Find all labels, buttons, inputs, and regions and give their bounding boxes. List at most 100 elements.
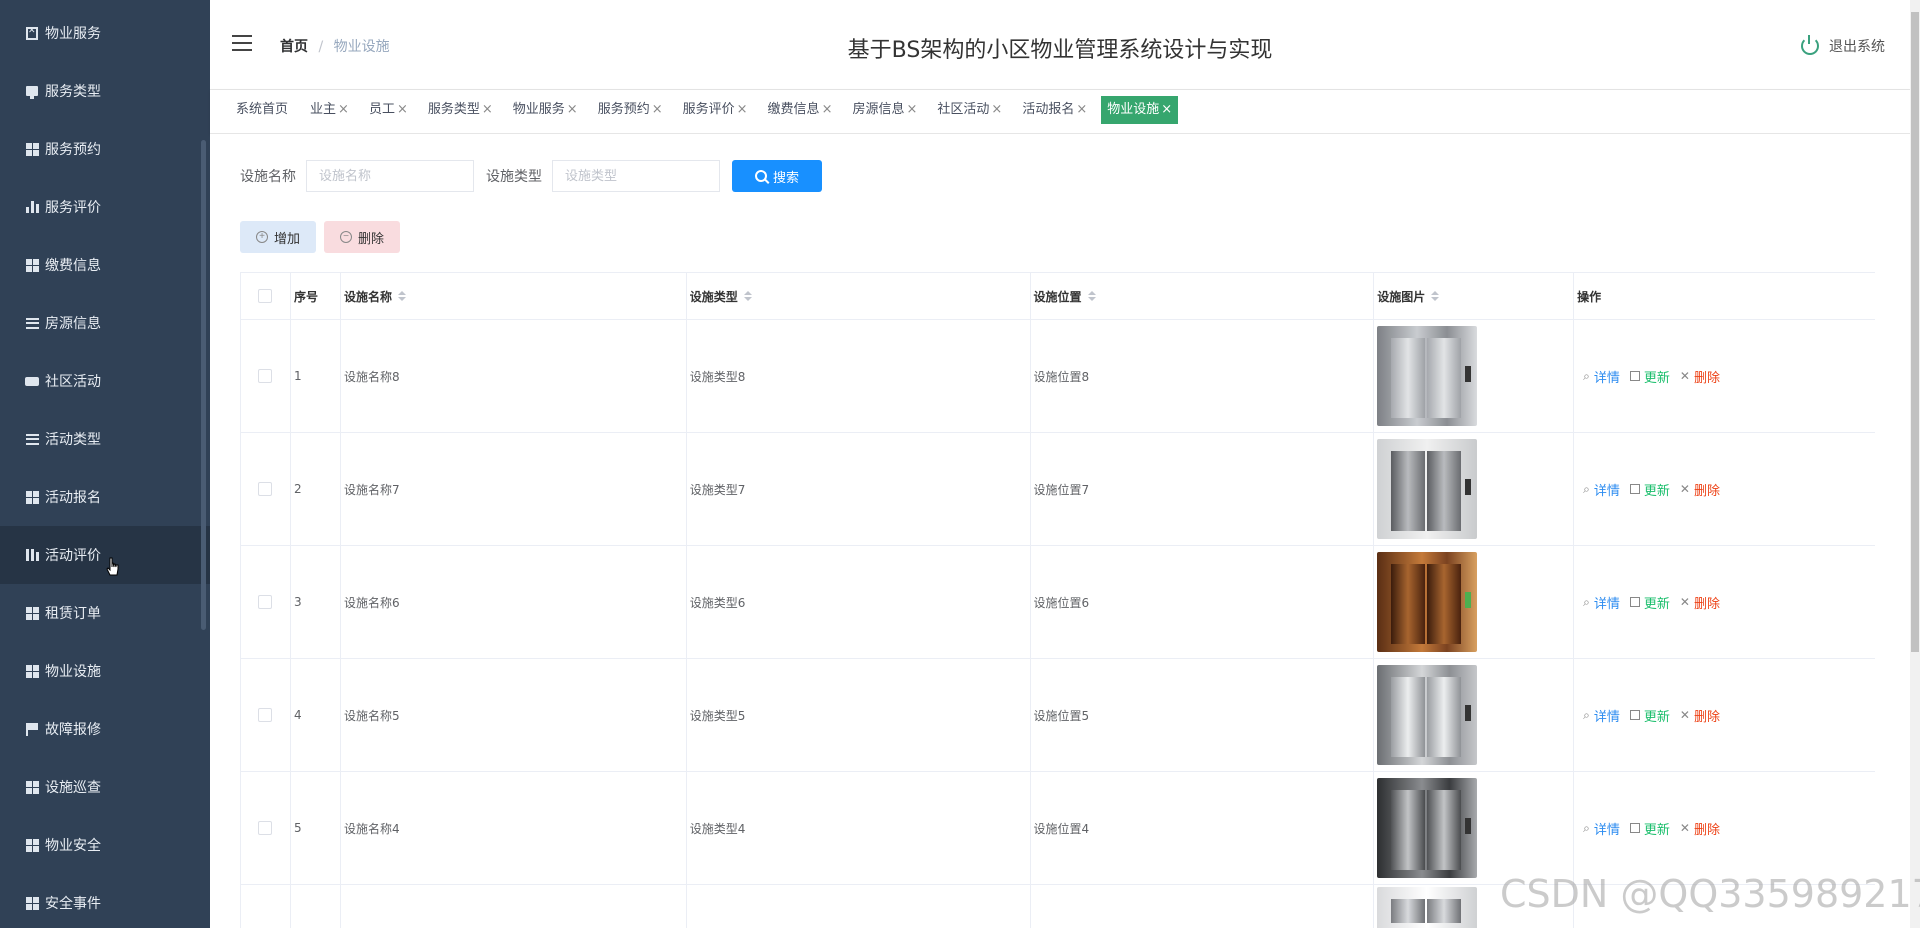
delete-label: 删除 bbox=[1693, 596, 1720, 612]
tab-owner[interactable]: 业主 × bbox=[304, 96, 355, 124]
box-icon bbox=[25, 26, 39, 40]
sidebar-item-property-service[interactable]: 物业服务 bbox=[0, 4, 210, 62]
tab-staff[interactable]: 员工 × bbox=[363, 96, 414, 124]
car-icon bbox=[25, 374, 39, 388]
update-link[interactable]: 更新 bbox=[1629, 367, 1670, 386]
sort-icon[interactable] bbox=[1087, 291, 1096, 301]
tab-service-type[interactable]: 服务类型 × bbox=[422, 96, 499, 124]
delete-link[interactable]: ✕ 删除 bbox=[1680, 480, 1720, 499]
row-image-cell bbox=[1374, 546, 1575, 658]
facility-image[interactable] bbox=[1377, 552, 1478, 652]
tab-service-booking[interactable]: 服务预约 × bbox=[592, 96, 669, 124]
detail-link[interactable]: ⌕ 详情 bbox=[1583, 593, 1620, 612]
sidebar-item-activity-review[interactable]: 活动评价 bbox=[0, 526, 210, 584]
batch-delete-button[interactable]: − 删除 bbox=[324, 221, 401, 253]
sidebar-item-inspection[interactable]: 设施巡查 bbox=[0, 758, 210, 816]
close-icon[interactable]: × bbox=[906, 102, 917, 117]
sidebar-item-rental-order[interactable]: 租赁订单 bbox=[0, 584, 210, 642]
page-scrollbar[interactable] bbox=[1910, 0, 1920, 928]
facility-type-input[interactable] bbox=[552, 160, 720, 192]
close-icon[interactable]: × bbox=[1161, 102, 1172, 117]
sort-icon[interactable] bbox=[743, 291, 752, 301]
tab-community-activity[interactable]: 社区活动 × bbox=[931, 96, 1008, 124]
facility-name-input[interactable] bbox=[306, 160, 474, 192]
header-image[interactable]: 设施图片 bbox=[1374, 273, 1575, 319]
grid-icon bbox=[25, 896, 39, 910]
sort-icon[interactable] bbox=[1431, 291, 1440, 301]
sidebar-item-safety-event[interactable]: 安全事件 bbox=[0, 874, 210, 928]
sort-icon[interactable] bbox=[397, 291, 406, 301]
tab-service-review[interactable]: 服务评价 × bbox=[677, 96, 754, 124]
sidebar-item-housing[interactable]: 房源信息 bbox=[0, 294, 210, 352]
close-icon[interactable]: × bbox=[737, 102, 748, 117]
close-icon[interactable]: × bbox=[1076, 102, 1087, 117]
tab-home[interactable]: 系统首页 bbox=[230, 96, 296, 124]
close-icon[interactable]: × bbox=[567, 102, 578, 117]
delete-button-label: 删除 bbox=[358, 230, 385, 246]
close-icon[interactable]: × bbox=[652, 102, 663, 117]
sidebar-item-label: 安全事件 bbox=[45, 896, 101, 912]
update-link[interactable]: 更新 bbox=[1629, 819, 1670, 838]
row-select-cell bbox=[241, 885, 291, 928]
logout-button[interactable]: 退出系统 bbox=[1801, 35, 1885, 56]
delete-link[interactable]: ✕ 删除 bbox=[1680, 819, 1720, 838]
close-icon[interactable]: × bbox=[338, 102, 349, 117]
delete-label: 删除 bbox=[1693, 370, 1720, 386]
facility-image[interactable] bbox=[1377, 778, 1478, 878]
select-all-checkbox[interactable] bbox=[258, 289, 273, 303]
close-icon[interactable]: × bbox=[397, 102, 408, 117]
close-icon[interactable]: × bbox=[482, 102, 493, 117]
detail-link[interactable]: ⌕ 详情 bbox=[1583, 480, 1620, 499]
tab-activity-signup[interactable]: 活动报名 × bbox=[1016, 96, 1093, 124]
page-scrollbar-thumb[interactable] bbox=[1911, 12, 1919, 652]
search-button[interactable]: 搜索 bbox=[732, 160, 822, 192]
grid-icon bbox=[25, 606, 39, 620]
update-link[interactable]: 更新 bbox=[1629, 706, 1670, 725]
detail-link[interactable]: ⌕ 详情 bbox=[1583, 367, 1620, 386]
sidebar-item-activity-signup[interactable]: 活动报名 bbox=[0, 468, 210, 526]
sidebar-item-service-type[interactable]: 服务类型 bbox=[0, 62, 210, 120]
delete-link[interactable]: ✕ 删除 bbox=[1680, 367, 1720, 386]
row-select-cell bbox=[241, 772, 291, 884]
facility-image[interactable] bbox=[1377, 326, 1478, 426]
sidebar-item-service-booking[interactable]: 服务预约 bbox=[0, 120, 210, 178]
facility-image[interactable] bbox=[1377, 439, 1478, 539]
header-type[interactable]: 设施类型 bbox=[687, 273, 1031, 319]
sidebar-item-community-activity[interactable]: 社区活动 bbox=[0, 352, 210, 410]
row-select-cell bbox=[241, 659, 291, 771]
sidebar-item-service-review[interactable]: 服务评价 bbox=[0, 178, 210, 236]
tab-housing[interactable]: 房源信息 × bbox=[846, 96, 923, 124]
detail-link[interactable]: ⌕ 详情 bbox=[1583, 819, 1620, 838]
update-link[interactable]: 更新 bbox=[1629, 593, 1670, 612]
sidebar-item-security[interactable]: 物业安全 bbox=[0, 816, 210, 874]
row-checkbox[interactable] bbox=[258, 482, 273, 496]
row-checkbox[interactable] bbox=[258, 821, 273, 835]
sidebar-item-repair[interactable]: 故障报修 bbox=[0, 700, 210, 758]
row-checkbox[interactable] bbox=[258, 369, 273, 383]
detail-link[interactable]: ⌕ 详情 bbox=[1583, 706, 1620, 725]
row-checkbox[interactable] bbox=[258, 595, 273, 609]
facility-image[interactable] bbox=[1377, 665, 1478, 765]
tab-label: 活动报名 bbox=[1022, 102, 1075, 117]
update-link[interactable]: 更新 bbox=[1629, 480, 1670, 499]
close-icon[interactable]: × bbox=[991, 102, 1002, 117]
header-position[interactable]: 设施位置 bbox=[1031, 273, 1375, 319]
tab-property-service[interactable]: 物业服务 × bbox=[507, 96, 584, 124]
sidebar-scrollbar[interactable] bbox=[201, 140, 206, 630]
facility-table: 序号 设施名称 设施类型 设施位置 设施图片 操作 1 设施名称8 设施类型8 … bbox=[240, 272, 1875, 928]
update-label: 更新 bbox=[1643, 709, 1670, 725]
sidebar-item-facility[interactable]: 物业设施 bbox=[0, 642, 210, 700]
tab-facility[interactable]: 物业设施 × bbox=[1101, 96, 1179, 124]
row-ops: ⌕ 详情 更新 ✕ 删除 bbox=[1574, 433, 1875, 545]
row-checkbox[interactable] bbox=[258, 708, 273, 722]
header-name[interactable]: 设施名称 bbox=[341, 273, 687, 319]
header-no: 序号 bbox=[291, 273, 341, 319]
sidebar-item-activity-type[interactable]: 活动类型 bbox=[0, 410, 210, 468]
delete-link[interactable]: ✕ 删除 bbox=[1680, 706, 1720, 725]
tab-payment[interactable]: 缴费信息 × bbox=[762, 96, 839, 124]
close-icon[interactable]: × bbox=[822, 102, 833, 117]
sidebar-item-payment[interactable]: 缴费信息 bbox=[0, 236, 210, 294]
add-button[interactable]: + 增加 bbox=[240, 221, 317, 253]
delete-link[interactable]: ✕ 删除 bbox=[1680, 593, 1720, 612]
facility-image[interactable] bbox=[1377, 887, 1478, 928]
